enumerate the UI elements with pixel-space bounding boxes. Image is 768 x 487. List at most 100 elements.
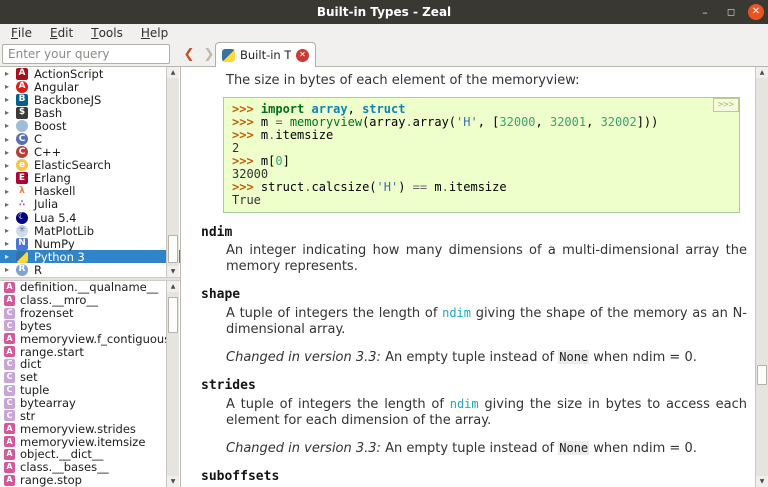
bash-icon: $ xyxy=(16,106,28,119)
expander-icon[interactable]: ▸ xyxy=(5,239,16,248)
expander-icon[interactable]: ▸ xyxy=(5,213,16,222)
expander-icon[interactable]: ▸ xyxy=(5,108,16,117)
symbol-item-memoryview-f-contiguous[interactable]: Amemoryview.f_contiguous xyxy=(0,332,180,346)
docset-item-julia[interactable]: ▸ ∴ Julia xyxy=(0,197,180,211)
symbol-list: Adefinition.__qualname__ Aclass.__mro__ Cf… xyxy=(0,281,180,487)
menu-item-edit[interactable]: Edit xyxy=(41,24,82,41)
scrollbar-thumb[interactable] xyxy=(757,365,767,385)
docset-label: ElasticSearch xyxy=(34,158,112,173)
docset-item-c-[interactable]: ▸ C C++ xyxy=(0,145,180,159)
cpp-icon: C xyxy=(16,146,28,159)
symbol-label: range.stop xyxy=(20,473,82,487)
window-title: Built-in Types - Zeal xyxy=(316,5,452,19)
lua-icon: ☾ xyxy=(16,211,28,224)
attribute-badge-icon: A xyxy=(4,333,15,345)
menu-item-tools[interactable]: Tools xyxy=(82,24,132,41)
symbol-item-bytes[interactable]: Cbytes xyxy=(0,319,180,333)
symbol-item-memoryview-strides[interactable]: Amemoryview.strides xyxy=(0,422,180,436)
scroll-up-icon[interactable]: ▲ xyxy=(756,67,768,78)
search-input[interactable] xyxy=(2,44,170,64)
symbol-item-definition-qualname-[interactable]: Adefinition.__qualname__ xyxy=(0,281,180,294)
attribute-badge-icon: A xyxy=(4,294,15,306)
scroll-up-icon[interactable]: ▲ xyxy=(167,67,179,78)
back-icon[interactable]: ❮ xyxy=(180,44,198,64)
docset-item-actionscript[interactable]: ▸ A ActionScript xyxy=(0,67,180,81)
code-line: True xyxy=(232,193,261,207)
docset-item-backbonejs[interactable]: ▸ B BackboneJS xyxy=(0,92,180,107)
symbol-scrollbar[interactable]: ▲ ▼ xyxy=(166,281,179,487)
tab-label: Built-in T... xyxy=(240,48,291,62)
symbol-item-range-start[interactable]: Arange.start xyxy=(0,345,180,359)
symbol-item-range-stop[interactable]: Arange.stop xyxy=(0,473,180,487)
symbol-item-class-mro-[interactable]: Aclass.__mro__ xyxy=(0,293,180,307)
symbol-item-frozenset[interactable]: Cfrozenset xyxy=(0,306,180,320)
ndim-link[interactable]: ndim xyxy=(450,397,479,411)
docset-item-python-3[interactable]: ▸ Python 3 xyxy=(0,250,180,264)
docset-item-erlang[interactable]: ▸ E Erlang xyxy=(0,171,180,185)
docset-item-c[interactable]: ▸ C C xyxy=(0,132,180,147)
tab-close-icon[interactable]: ✕ xyxy=(296,48,309,62)
content-scrollbar[interactable]: ▲ ▼ xyxy=(755,67,768,487)
docset-label: MatPlotLib xyxy=(34,223,95,238)
docset-item-angular[interactable]: ▸ A Angular xyxy=(0,80,180,94)
expander-icon[interactable]: ▸ xyxy=(5,148,16,157)
symbol-item-class-bases-[interactable]: Aclass.__bases__ xyxy=(0,460,180,474)
class-badge-icon: C xyxy=(4,410,15,422)
attribute-heading-ndim: ndim xyxy=(201,225,233,240)
prompt-toggle-button[interactable]: >>> xyxy=(712,98,739,112)
docset-item-matplotlib[interactable]: ▸ ✳ MatPlotLib xyxy=(0,223,180,238)
numpy-icon: N xyxy=(16,237,28,250)
symbol-item-object-dict-[interactable]: Aobject.__dict__ xyxy=(0,447,180,461)
symbol-item-str[interactable]: Cstr xyxy=(0,409,180,423)
python-icon xyxy=(222,48,235,62)
docset-item-bash[interactable]: ▸ $ Bash xyxy=(0,106,180,120)
scrollbar-thumb[interactable] xyxy=(168,297,178,333)
expander-icon[interactable]: ▸ xyxy=(5,265,16,274)
scroll-down-icon[interactable]: ▼ xyxy=(756,476,768,487)
docset-item-numpy[interactable]: ▸ N NumPy xyxy=(0,237,180,251)
ndim-link[interactable]: ndim xyxy=(442,306,471,320)
docset-label: C xyxy=(34,132,43,147)
expander-icon[interactable]: ▸ xyxy=(5,161,16,170)
minimize-icon[interactable]: – xyxy=(696,3,714,21)
symbol-item-set[interactable]: Cset xyxy=(0,370,180,384)
docset-item-boost[interactable]: ▸ Boost xyxy=(0,119,180,133)
expander-icon[interactable]: ▸ xyxy=(5,69,16,78)
docset-scrollbar[interactable]: ▲ ▼ xyxy=(166,67,179,277)
expander-icon[interactable]: ▸ xyxy=(5,226,16,235)
expander-icon[interactable]: ▸ xyxy=(5,200,16,209)
expander-icon[interactable]: ▸ xyxy=(5,187,16,196)
docset-item-haskell[interactable]: ▸ λ Haskell xyxy=(0,184,180,198)
expander-icon[interactable]: ▸ xyxy=(5,121,16,130)
tab-built-in-types[interactable]: Built-in T... ✕ xyxy=(215,42,316,67)
expander-icon[interactable]: ▸ xyxy=(5,252,16,261)
c-icon: C xyxy=(16,133,28,146)
symbol-item-tuple[interactable]: Ctuple xyxy=(0,383,180,397)
expander-icon[interactable]: ▸ xyxy=(5,95,16,104)
close-icon[interactable]: ✕ xyxy=(748,4,764,20)
menu-item-help[interactable]: Help xyxy=(132,24,177,41)
class-badge-icon: C xyxy=(4,371,15,383)
expander-icon[interactable]: ▸ xyxy=(5,174,16,183)
docset-item-lua-5-4[interactable]: ▸ ☾ Lua 5.4 xyxy=(0,211,180,225)
scroll-down-icon[interactable]: ▼ xyxy=(167,476,179,487)
docset-item-r[interactable]: ▸ R R xyxy=(0,262,180,277)
symbol-item-memoryview-itemsize[interactable]: Amemoryview.itemsize xyxy=(0,435,180,449)
scrollbar-thumb[interactable] xyxy=(168,235,178,263)
docset-label: BackboneJS xyxy=(34,92,102,107)
title-bar[interactable]: Built-in Types - Zeal – ◻ ✕ xyxy=(0,0,768,24)
maximize-icon[interactable]: ◻ xyxy=(722,3,740,21)
docset-item-elasticsearch[interactable]: ▸ e ElasticSearch xyxy=(0,158,180,173)
attribute-heading-shape: shape xyxy=(201,287,241,302)
symbol-item-bytearray[interactable]: Cbytearray xyxy=(0,396,180,410)
menu-item-file[interactable]: File xyxy=(2,24,41,41)
docset-label: R xyxy=(34,262,42,277)
scroll-down-icon[interactable]: ▼ xyxy=(167,266,179,277)
symbol-item-dict[interactable]: Cdict xyxy=(0,357,180,371)
scroll-up-icon[interactable]: ▲ xyxy=(167,281,179,292)
code-block: >>> >>> import array, struct >>> m = memo… xyxy=(223,97,740,213)
expander-icon[interactable]: ▸ xyxy=(5,135,16,144)
attribute-badge-icon: A xyxy=(4,474,15,486)
class-badge-icon: C xyxy=(4,307,15,319)
expander-icon[interactable]: ▸ xyxy=(5,82,16,91)
